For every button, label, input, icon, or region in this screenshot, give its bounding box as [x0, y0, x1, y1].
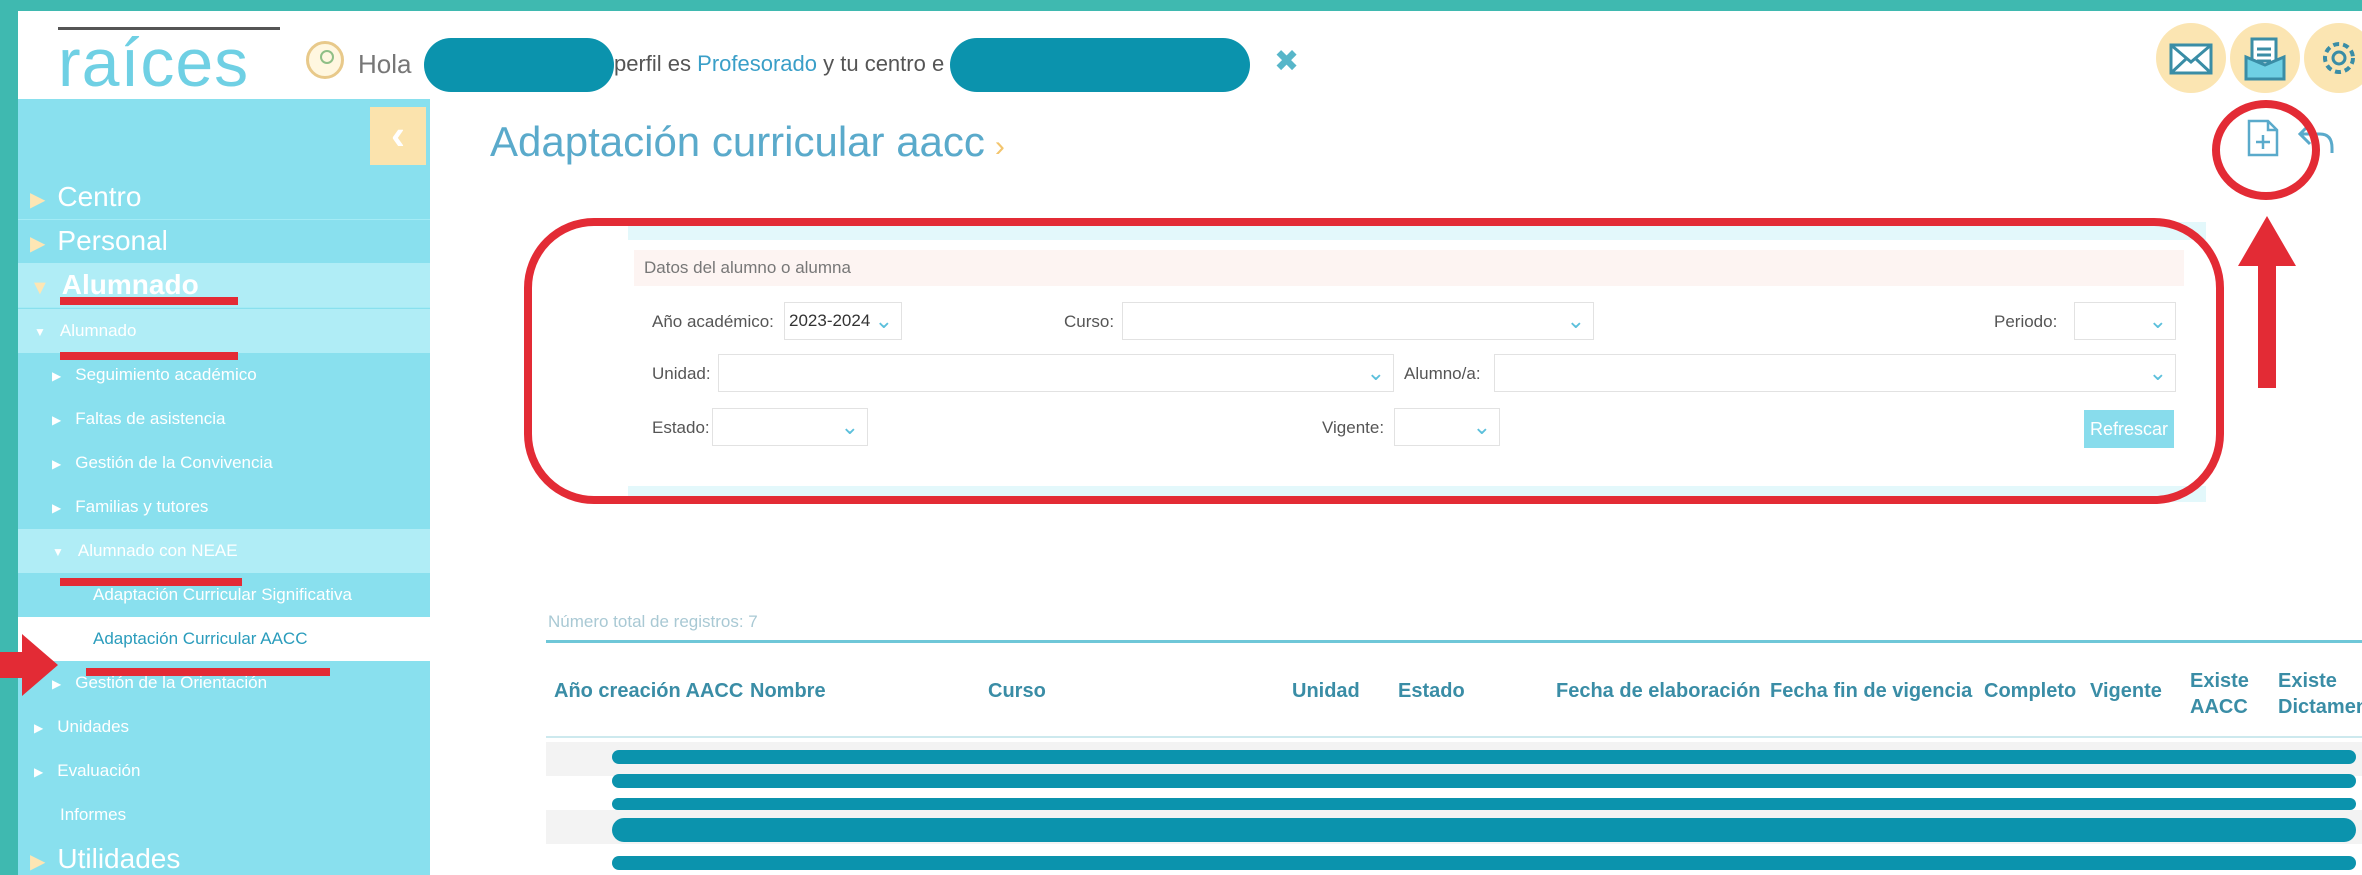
window-frame-top: [0, 0, 2362, 11]
sidebar: ‹ ▶ Centro ▶ Personal ▼ Alumnado ▼ Alumnado …: [18, 99, 430, 875]
triangle-right-icon: ▶: [30, 851, 46, 873]
greeting-text: Hola: [358, 49, 412, 79]
sidebar-item-evaluacion[interactable]: ▶ Evaluación: [18, 749, 430, 793]
col-header-unit[interactable]: Unidad: [1292, 680, 1360, 703]
gear-icon[interactable]: [2304, 23, 2362, 93]
user-icon[interactable]: [306, 41, 344, 79]
sidebar-subitem-alumnado[interactable]: ▼ Alumnado: [18, 309, 430, 353]
table-header-separator: [546, 736, 2362, 738]
col-header-complete[interactable]: Completo: [1984, 680, 2076, 703]
triangle-right-icon: ▶: [52, 413, 62, 427]
sidebar-item-utilidades[interactable]: ▶ Utilidades: [18, 837, 430, 875]
triangle-down-icon: ▼: [52, 545, 64, 559]
redacted-row: [612, 798, 2356, 810]
sidebar-item-centro[interactable]: ▶ Centro: [18, 175, 430, 220]
chevron-left-icon[interactable]: ‹: [370, 107, 426, 165]
mail-icon[interactable]: [2156, 23, 2226, 93]
triangle-down-icon: ▼: [30, 277, 50, 299]
role-link[interactable]: Profesorado: [697, 51, 817, 76]
triangle-right-icon: ▶: [52, 369, 62, 383]
sidebar-item-informes[interactable]: Informes: [18, 793, 430, 837]
col-header-name[interactable]: Nombre: [750, 680, 826, 703]
page-title: Adaptación curricular aacc ›: [490, 118, 1005, 165]
chevron-right-icon: ›: [994, 130, 1005, 163]
col-header-status[interactable]: Estado: [1398, 680, 1465, 703]
sidebar-item-faltas[interactable]: ▶ Faltas de asistencia: [18, 397, 430, 441]
records-count: Número total de registros: 7: [548, 612, 758, 631]
redacted-row: [612, 774, 2356, 788]
triangle-right-icon: ▶: [34, 765, 44, 779]
sidebar-item-convivencia[interactable]: ▶ Gestión de la Convivencia: [18, 441, 430, 485]
col-header-end-date[interactable]: Fecha fin de vigencia: [1770, 680, 1972, 703]
col-header-current[interactable]: Vigente: [2090, 680, 2162, 703]
window-frame-left: [0, 0, 18, 875]
annotation-underline: [60, 352, 238, 360]
triangle-down-icon: ▼: [34, 325, 46, 339]
sidebar-item-familias[interactable]: ▶ Familias y tutores: [18, 485, 430, 529]
annotation-arrow-up-icon: [2238, 216, 2296, 388]
triangle-right-icon: ▶: [30, 189, 46, 211]
sidebar-item-neae[interactable]: ▼ Alumnado con NEAE: [18, 529, 430, 573]
annotation-underline: [60, 578, 242, 586]
profile-text: perfil es Profesorado y tu centro e: [614, 51, 945, 76]
col-header-course[interactable]: Curso: [988, 680, 1046, 703]
redacted-row: [612, 750, 2356, 764]
sidebar-item-unidades[interactable]: ▶ Unidades: [18, 705, 430, 749]
redacted-row: [612, 856, 2356, 870]
app-logo[interactable]: raíces: [58, 25, 249, 101]
redacted-username: [424, 38, 614, 92]
table-top-border: [546, 640, 2362, 643]
triangle-right-icon: ▶: [30, 233, 46, 255]
redacted-center: [950, 38, 1250, 92]
sidebar-item-aacc[interactable]: Adaptación Curricular AACC: [18, 617, 430, 661]
col-header-exists-dictamen[interactable]: Existe Dictamen: [2278, 668, 2362, 720]
triangle-right-icon: ▶: [52, 501, 62, 515]
col-header-exists-aacc[interactable]: Existe AACC: [2190, 668, 2254, 720]
annotation-underline: [86, 668, 330, 676]
triangle-right-icon: ▶: [52, 457, 62, 471]
close-icon[interactable]: ✖: [1274, 44, 1299, 79]
annotation-highlight-add: [2212, 100, 2320, 200]
triangle-right-icon: ▶: [34, 721, 44, 735]
redacted-row: [612, 818, 2356, 842]
sidebar-item-personal[interactable]: ▶ Personal: [18, 219, 430, 264]
col-header-year[interactable]: Año creación AACC: [554, 680, 743, 703]
annotation-arrow-right-icon: [0, 634, 58, 696]
document-icon[interactable]: [2230, 23, 2300, 93]
annotation-underline: [60, 297, 238, 305]
app-header: raíces Hola perfil es Profesorado y tu c…: [18, 11, 2362, 101]
col-header-created-date[interactable]: Fecha de elaboración: [1556, 680, 1761, 703]
annotation-highlight-filters: [524, 218, 2224, 504]
